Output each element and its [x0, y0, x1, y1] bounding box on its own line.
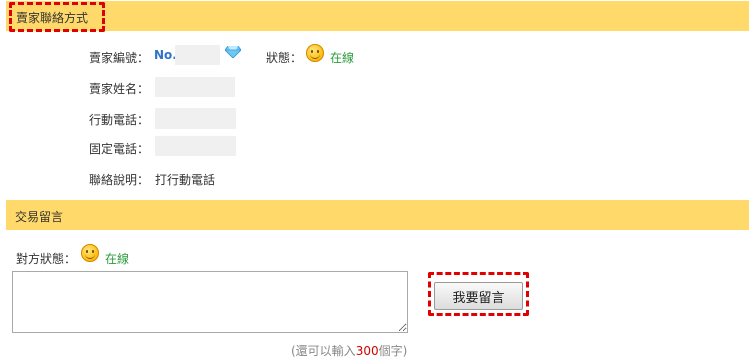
seller-name-label: 賣家姓名：	[89, 82, 150, 96]
mobile-phone-label: 行動電話：	[89, 113, 150, 127]
smiley-icon	[81, 244, 99, 262]
char-count-hint: (還可以輸入300個字)	[291, 342, 407, 359]
seller-id-label: 賣家編號：	[89, 51, 150, 65]
submit-message-button[interactable]: 我要留言	[434, 282, 523, 310]
message-input[interactable]	[12, 271, 408, 333]
message-header: 交易留言	[6, 200, 749, 230]
contact-note-value: 打行動電話	[155, 173, 216, 187]
seller-id-value	[175, 45, 220, 65]
other-status-label: 對方狀態：	[16, 252, 77, 266]
status-label: 狀態：	[266, 51, 303, 65]
char-count-hint-suffix: 個字)	[378, 344, 408, 358]
landline-phone-label: 固定電話：	[89, 142, 150, 156]
smiley-icon	[306, 44, 324, 62]
seller-name-value	[155, 77, 235, 97]
status-value: 在線	[330, 51, 355, 65]
landline-phone-value	[155, 136, 236, 156]
diamond-icon	[225, 46, 241, 58]
message-title: 交易留言	[15, 210, 64, 224]
seller-contact-header: 賣家聯絡方式	[6, 1, 749, 31]
char-count-number: 300	[355, 344, 379, 358]
seller-id-prefix: No.	[154, 48, 177, 62]
contact-note-label: 聯絡說明：	[89, 173, 150, 187]
other-status-value: 在線	[105, 252, 130, 266]
mobile-phone-value	[155, 108, 236, 129]
seller-contact-title-highlight	[9, 2, 105, 32]
char-count-hint-prefix: (還可以輸入	[291, 344, 356, 358]
